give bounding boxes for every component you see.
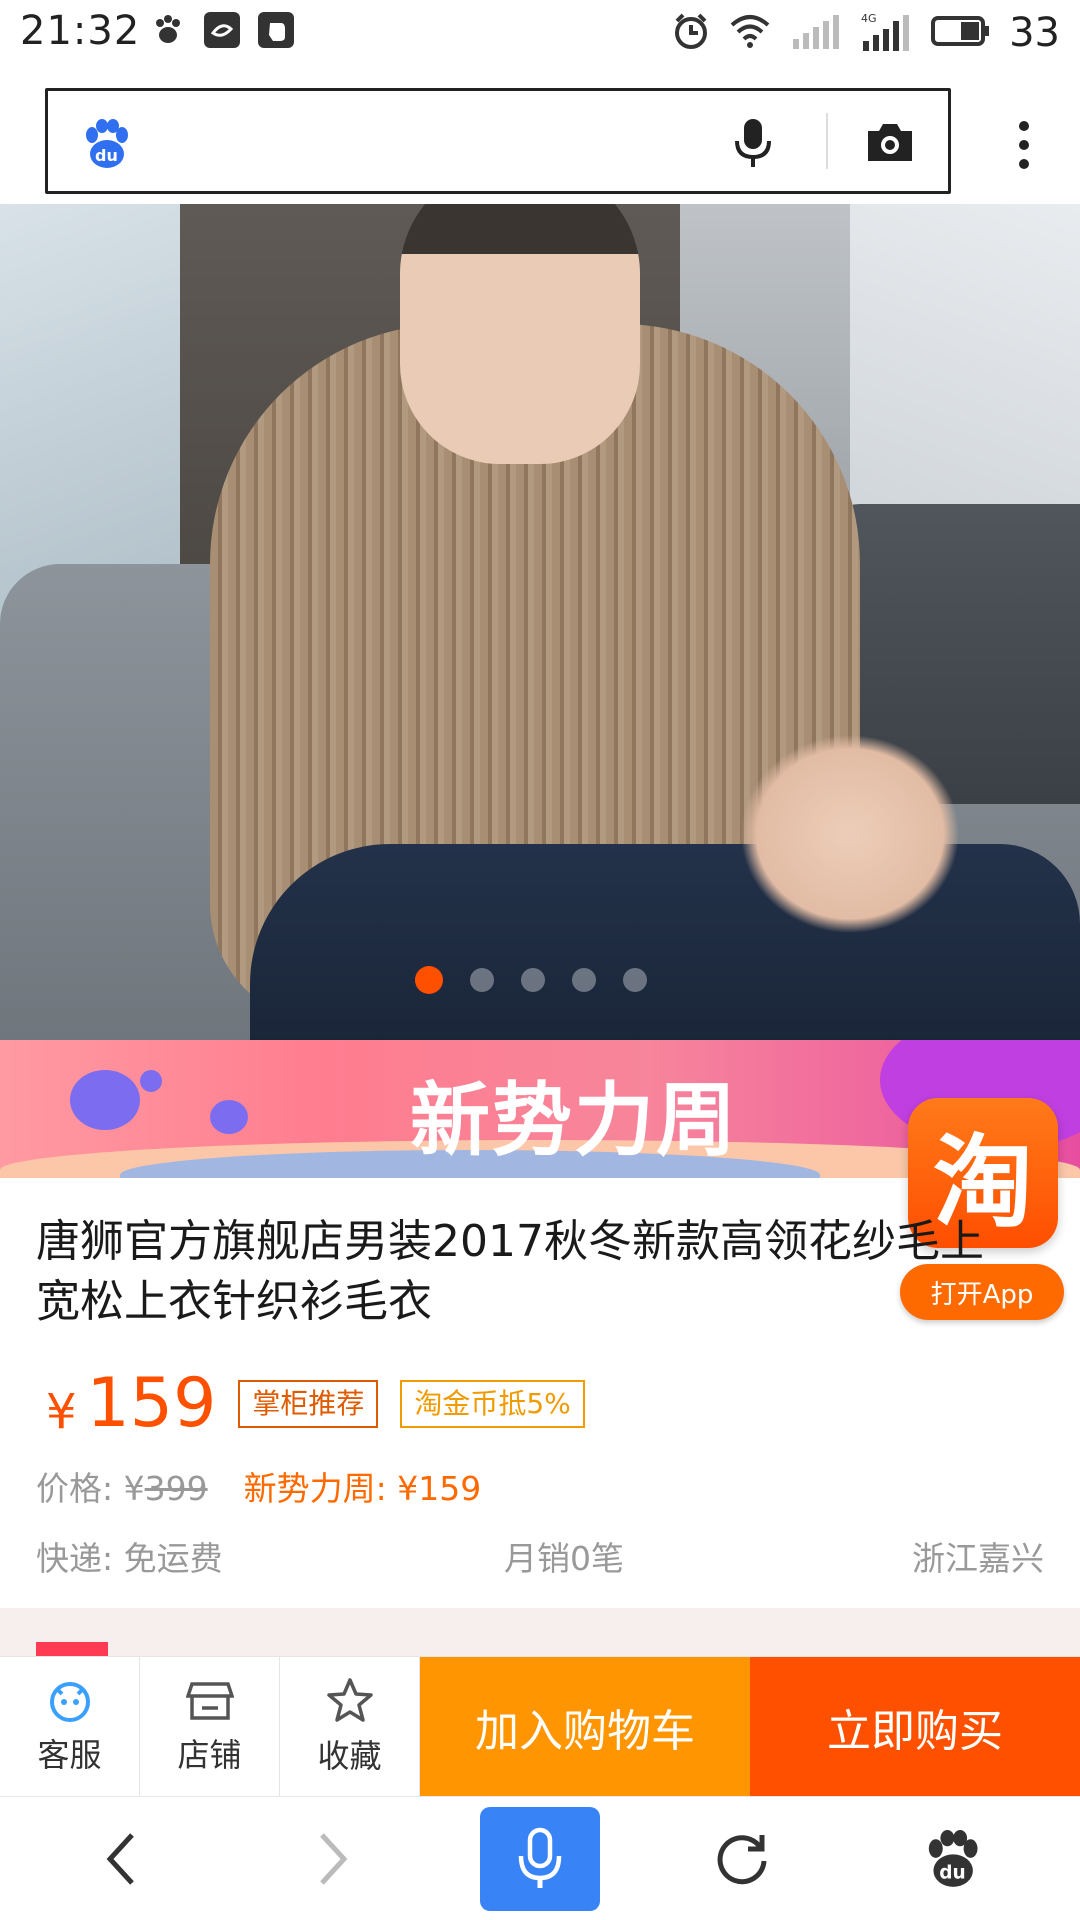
battery-level: 33 [1009,10,1060,56]
carousel-dot-active[interactable] [415,966,443,994]
product-title: 唐狮官方旗舰店男装2017秋冬新款高领花纱毛上宽松上衣针织衫毛衣 [36,1216,984,1327]
monthly-sales: 月销0笔 [504,1539,624,1578]
coin-discount-tag: 淘金币抵5% [400,1379,585,1428]
event-price: 新势力周: ¥159 [243,1469,482,1508]
customer-service-button[interactable]: 客服 [0,1657,140,1797]
price-row: ¥ 159 掌柜推荐 淘金币抵5% [46,1364,585,1443]
carousel-dot[interactable] [572,968,596,992]
image-model-hands [740,734,960,934]
promo-title: 新势力周 [410,1073,738,1167]
banner-decoration [210,1100,248,1134]
customer-service-label: 客服 [37,1736,102,1774]
buy-now-button[interactable]: 立即购买 [750,1657,1080,1797]
status-time: 21:32 [20,8,141,54]
shop-label: 店铺 [177,1736,242,1774]
purchase-action-bar: 客服 店铺 收藏 加入购物车 立即购买 [0,1656,1080,1797]
search-input[interactable]: du [45,88,951,194]
evernote-icon [258,12,294,48]
shipping-info: 快递: 免运费 [36,1539,223,1578]
signal-4g-icon: 4G [859,11,913,55]
sub-price-row: 价格: ¥399 新势力周: ¥159 [36,1462,481,1510]
svg-text:4G: 4G [861,12,877,25]
banner-decoration [70,1070,140,1130]
baidu-logo-icon: du [82,119,130,169]
star-icon [326,1678,373,1722]
carousel-dot[interactable] [623,968,647,992]
shop-icon [185,1682,234,1720]
svg-text:du: du [939,1863,965,1884]
favorite-button[interactable]: 收藏 [280,1657,420,1797]
section-separator [0,1608,1080,1656]
voice-assistant-button[interactable] [480,1807,600,1911]
product-image-carousel[interactable] [0,204,1080,1040]
carousel-indicator [415,966,647,994]
browser-search-row: du [0,66,1080,204]
back-icon[interactable] [90,1827,154,1891]
current-price: 159 [86,1364,217,1443]
svg-text:du: du [95,146,118,165]
system-icons: 4G 33 [671,10,1060,56]
original-price-label: 价格: ¥ [36,1469,145,1508]
customer-service-icon [49,1682,90,1722]
section-badge [36,1642,108,1656]
camera-search-icon[interactable] [864,119,916,165]
recommend-tag: 掌柜推荐 [238,1379,379,1428]
search-divider [826,113,828,169]
original-price-group: 价格: ¥399 [36,1462,208,1510]
add-to-cart-button[interactable]: 加入购物车 [420,1657,750,1797]
more-menu-icon[interactable] [1016,118,1032,172]
baidu-paw-icon [150,12,186,48]
refresh-icon[interactable] [710,1827,774,1891]
shop-button[interactable]: 店铺 [140,1657,280,1797]
product-meta-row: 快递: 免运费 月销0笔 浙江嘉兴 [36,1532,1044,1580]
banner-decoration [140,1070,162,1092]
microphone-icon [518,1827,562,1888]
ship-location: 浙江嘉兴 [912,1539,1044,1578]
voice-search-icon[interactable] [728,117,778,169]
forward-icon[interactable] [300,1827,364,1891]
browser-bottom-nav: du [0,1796,1080,1920]
notification-icons [150,12,294,48]
baidu-home-icon[interactable]: du [920,1827,984,1891]
image-model-head [400,204,640,464]
alarm-icon [671,11,711,55]
currency-symbol: ¥ [46,1383,77,1440]
wifi-icon [729,13,771,53]
signal-empty-icon [789,13,841,53]
app-notification-icon [204,12,240,48]
battery-icon [931,14,991,52]
carousel-dot[interactable] [470,968,494,992]
favorite-label: 收藏 [317,1737,382,1775]
status-bar: 21:32 4G 33 [0,0,1080,66]
original-price: 399 [144,1469,208,1508]
carousel-dot[interactable] [521,968,545,992]
